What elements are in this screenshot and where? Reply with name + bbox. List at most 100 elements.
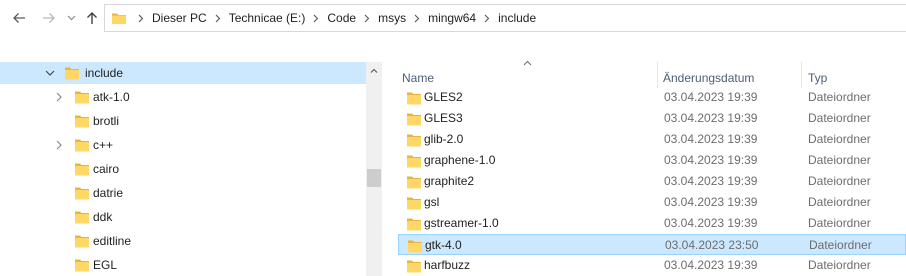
tree-item[interactable]: ddk: [0, 206, 366, 228]
folder-icon: [407, 176, 421, 189]
file-name: harfbuzz: [424, 258, 471, 272]
breadcrumb-item[interactable]: Technicae (E:): [228, 11, 307, 25]
navigation-tree: include atk-1.0 brotli c++ cairo datrie ddk edi…: [0, 62, 366, 276]
breadcrumb-item[interactable]: msys: [377, 11, 407, 25]
file-name: GLES2: [424, 90, 463, 104]
file-name: GLES3: [424, 111, 463, 125]
file-date: 03.04.2023 19:39: [664, 216, 758, 230]
back-button[interactable]: [8, 6, 30, 30]
column-divider[interactable]: [657, 62, 658, 88]
file-type: Dateiordner: [808, 216, 871, 230]
tree-item-label: atk-1.0: [93, 90, 130, 104]
column-divider[interactable]: [801, 62, 802, 88]
folder-icon: [408, 240, 422, 253]
folder-icon: [407, 197, 421, 210]
tree-item[interactable]: cairo: [0, 158, 366, 180]
tree-item[interactable]: editline: [0, 230, 366, 252]
file-list: Name Änderungsdatum Typ GLES2 03.04.2023 …: [382, 60, 906, 276]
folder-icon: [65, 67, 79, 80]
breadcrumb-separator-icon[interactable]: [306, 14, 326, 23]
file-row[interactable]: graphene-1.0 03.04.2023 19:39 Dateiordner: [398, 150, 906, 171]
tree-item[interactable]: c++: [0, 134, 366, 156]
file-row[interactable]: GLES3 03.04.2023 19:39 Dateiordner: [398, 108, 906, 129]
chevron-down-icon: [67, 15, 75, 21]
breadcrumb-item[interactable]: mingw64: [427, 11, 477, 25]
file-date: 03.04.2023 19:39: [664, 174, 758, 188]
folder-icon: [407, 155, 421, 168]
folder-icon: [407, 134, 421, 147]
forward-button[interactable]: [38, 6, 60, 30]
folder-icon: [407, 260, 421, 273]
chevron-right-icon[interactable]: [53, 91, 65, 103]
chevron-right-icon[interactable]: [53, 139, 65, 151]
folder-icon: [75, 235, 89, 248]
file-type: Dateiordner: [808, 132, 871, 146]
file-type: Dateiordner: [808, 195, 871, 209]
arrow-right-icon: [43, 13, 55, 23]
folder-icon: [75, 187, 89, 200]
file-type: Dateiordner: [808, 111, 871, 125]
scroll-up-button[interactable]: [366, 62, 382, 78]
file-row[interactable]: harfbuzz 03.04.2023 19:39 Dateiordner: [398, 255, 906, 276]
arrow-left-icon: [13, 13, 25, 23]
folder-icon: [75, 139, 89, 152]
file-row[interactable]: gstreamer-1.0 03.04.2023 19:39 Dateiordner: [398, 213, 906, 234]
folder-icon: [407, 92, 421, 105]
chevron-up-icon: [370, 68, 378, 73]
recent-locations-button[interactable]: [64, 6, 78, 30]
navigation-bar: Dieser PC Technicae (E:) Code msys mingw64 in…: [0, 0, 906, 36]
tree-item[interactable]: atk-1.0: [0, 86, 366, 108]
address-bar[interactable]: Dieser PC Technicae (E:) Code msys mingw64 in…: [104, 4, 906, 32]
breadcrumb-separator-icon[interactable]: [357, 14, 377, 23]
breadcrumb-item[interactable]: Code: [326, 11, 357, 25]
file-date: 03.04.2023 19:39: [664, 195, 758, 209]
tree-item[interactable]: include: [0, 62, 366, 84]
file-row[interactable]: gtk-4.0 03.04.2023 23:50 Dateiordner: [398, 234, 906, 255]
column-header-type-label: Typ: [808, 71, 828, 85]
tree-item-label: include: [85, 66, 124, 80]
breadcrumb-separator-icon[interactable]: [407, 14, 427, 23]
folder-icon: [75, 91, 89, 104]
chevron-down-icon[interactable]: [44, 67, 56, 79]
folder-icon: [75, 259, 89, 272]
breadcrumb-item[interactable]: Dieser PC: [151, 11, 208, 25]
file-name: graphite2: [424, 174, 475, 188]
file-name: gtk-4.0: [425, 238, 462, 252]
folder-icon: [407, 218, 421, 231]
file-name: gsl: [424, 195, 440, 209]
tree-scrollbar[interactable]: [366, 62, 382, 276]
tree-item-label: ddk: [93, 210, 113, 224]
file-row[interactable]: GLES2 03.04.2023 19:39 Dateiordner: [398, 87, 906, 108]
tree-item[interactable]: brotli: [0, 110, 366, 132]
breadcrumb-separator-icon[interactable]: [477, 14, 497, 23]
file-row[interactable]: graphite2 03.04.2023 19:39 Dateiordner: [398, 171, 906, 192]
file-name: gstreamer-1.0: [424, 216, 499, 230]
file-name: glib-2.0: [424, 132, 464, 146]
up-button[interactable]: [82, 6, 102, 30]
file-row[interactable]: glib-2.0 03.04.2023 19:39 Dateiordner: [398, 129, 906, 150]
file-row[interactable]: gsl 03.04.2023 19:39 Dateiordner: [398, 192, 906, 213]
file-type: Dateiordner: [808, 153, 871, 167]
file-type: Dateiordner: [808, 258, 871, 272]
file-date: 03.04.2023 19:39: [664, 153, 758, 167]
scroll-thumb[interactable]: [367, 169, 381, 187]
column-header-name-label: Name: [402, 71, 435, 85]
breadcrumb-separator-icon[interactable]: [131, 14, 151, 23]
arrow-up-icon: [87, 12, 97, 24]
file-type: Dateiordner: [808, 90, 871, 104]
sort-ascending-icon: [523, 60, 532, 66]
tree-item[interactable]: datrie: [0, 182, 366, 204]
tree-item-label: EGL: [93, 258, 118, 272]
tree-item-label: c++: [93, 138, 114, 152]
file-type: Dateiordner: [808, 174, 871, 188]
breadcrumb-separator-icon[interactable]: [208, 14, 228, 23]
tree-item-label: editline: [93, 234, 132, 248]
breadcrumb-item[interactable]: include: [497, 11, 537, 25]
tree-item[interactable]: EGL: [0, 254, 366, 276]
folder-icon: [112, 13, 126, 24]
folder-icon: [75, 115, 89, 128]
file-date: 03.04.2023 19:39: [664, 90, 758, 104]
file-type: Dateiordner: [809, 238, 872, 252]
folder-icon: [75, 211, 89, 224]
tree-item-label: brotli: [93, 114, 120, 128]
